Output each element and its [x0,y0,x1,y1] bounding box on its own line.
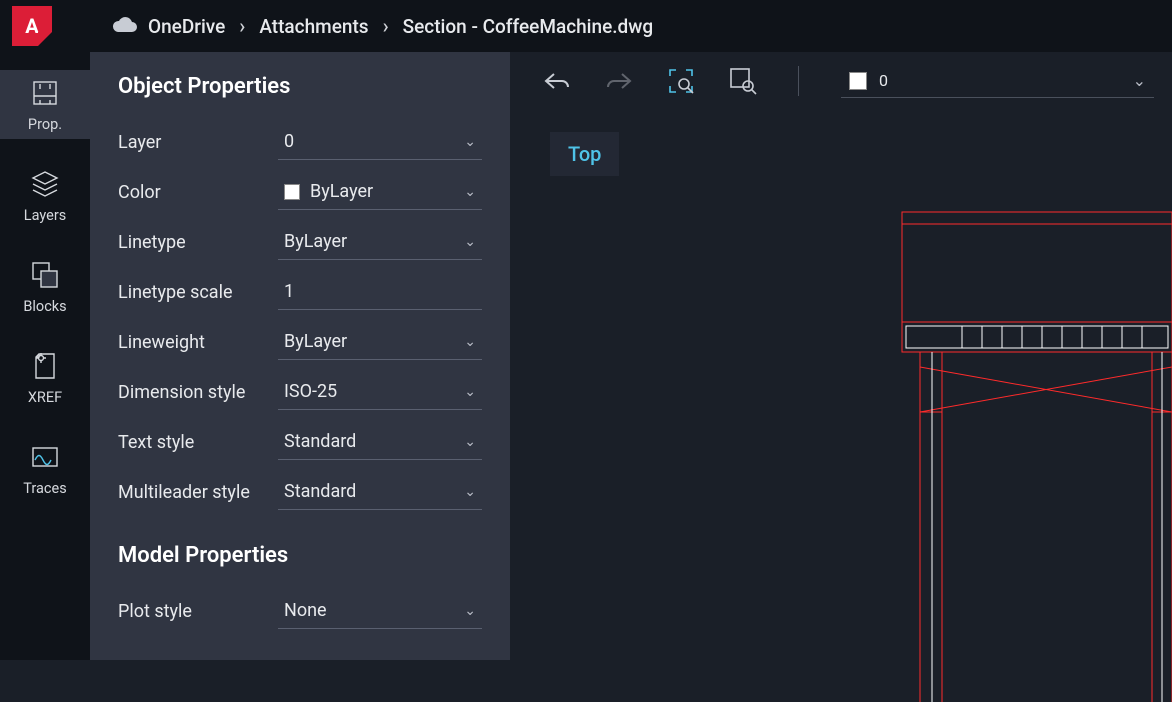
breadcrumb-item-0[interactable]: OneDrive [148,15,225,38]
toolbar-separator [798,66,799,96]
prop-label-multileader-style: Multileader style [118,482,278,503]
properties-panel: Object Properties Layer 0 ⌄ Color ByLaye… [90,52,510,660]
prop-value-dimension-style[interactable]: ISO-25 ⌄ [278,374,482,410]
canvas-toolbar: 0 ⌄ [510,52,1172,102]
prop-value-linetype[interactable]: ByLayer ⌄ [278,224,482,260]
chevron-down-icon: ⌄ [464,234,476,250]
chevron-down-icon: ⌄ [464,134,476,150]
sidebar-item-label: XREF [28,389,62,406]
chevron-down-icon: ⌄ [464,484,476,500]
zoom-window-button[interactable] [726,64,760,98]
sidebar-item-blocks[interactable]: Blocks [0,252,90,321]
section-title-model: Model Properties [118,543,482,568]
color-swatch [284,184,300,200]
chevron-down-icon: ⌄ [464,434,476,450]
prop-label-color: Color [118,182,278,203]
prop-label-dimension-style: Dimension style [118,382,278,403]
sidebar-item-label: Layers [24,207,66,224]
drawing-canvas [872,202,1172,702]
top-bar: A OneDrive › Attachments › Section - Cof… [0,0,1172,52]
chevron-down-icon: ⌄ [1133,71,1146,90]
zoom-extents-button[interactable] [664,64,698,98]
breadcrumb-item-1[interactable]: Attachments [259,15,368,38]
canvas-area[interactable]: 0 ⌄ Top [510,52,1172,660]
prop-value-color[interactable]: ByLayer ⌄ [278,174,482,210]
prop-value-linetype-scale[interactable]: 1 [278,274,482,310]
traces-icon [28,440,62,474]
app-logo[interactable]: A [12,6,52,46]
logo-letter: A [25,14,38,38]
prop-label-lineweight: Lineweight [118,332,278,353]
properties-icon [28,76,62,110]
xref-icon [28,349,62,383]
current-layer-selector[interactable]: 0 ⌄ [841,64,1154,98]
undo-button[interactable] [540,64,574,98]
prop-label-text-style: Text style [118,432,278,453]
breadcrumb-item-2[interactable]: Section - CoffeeMachine.dwg [403,15,654,38]
sidebar-item-properties[interactable]: Prop. [0,70,90,139]
prop-label-plot-style: Plot style [118,601,278,622]
chevron-right-icon: › [239,14,245,38]
prop-value-lineweight[interactable]: ByLayer ⌄ [278,324,482,360]
sidebar-item-layers[interactable]: Layers [0,161,90,230]
prop-label-layer: Layer [118,132,278,153]
chevron-right-icon: › [383,14,389,38]
chevron-down-icon: ⌄ [464,184,476,200]
sidebar-item-label: Blocks [23,298,66,315]
prop-value-plot-style[interactable]: None ⌄ [278,593,482,629]
blocks-icon [28,258,62,292]
chevron-down-icon: ⌄ [464,334,476,350]
prop-label-linetype-scale: Linetype scale [118,282,278,303]
sidebar-item-label: Traces [23,480,66,497]
sidebar-item-traces[interactable]: Traces [0,434,90,503]
chevron-down-icon: ⌄ [464,384,476,400]
sidebar-item-label: Prop. [28,116,62,133]
layers-icon [28,167,62,201]
prop-value-layer[interactable]: 0 ⌄ [278,124,482,160]
cloud-icon [112,15,138,38]
chevron-down-icon: ⌄ [464,603,476,619]
prop-label-linetype: Linetype [118,232,278,253]
sidebar: Prop. Layers Blocks XREF Traces [0,52,90,660]
prop-value-multileader-style[interactable]: Standard ⌄ [278,474,482,510]
prop-value-text-style[interactable]: Standard ⌄ [278,424,482,460]
current-layer-value: 0 [879,71,888,90]
view-orientation-badge[interactable]: Top [550,132,619,176]
layer-color-swatch [849,72,867,90]
section-title-object: Object Properties [118,74,482,99]
redo-button[interactable] [602,64,636,98]
sidebar-item-xref[interactable]: XREF [0,343,90,412]
